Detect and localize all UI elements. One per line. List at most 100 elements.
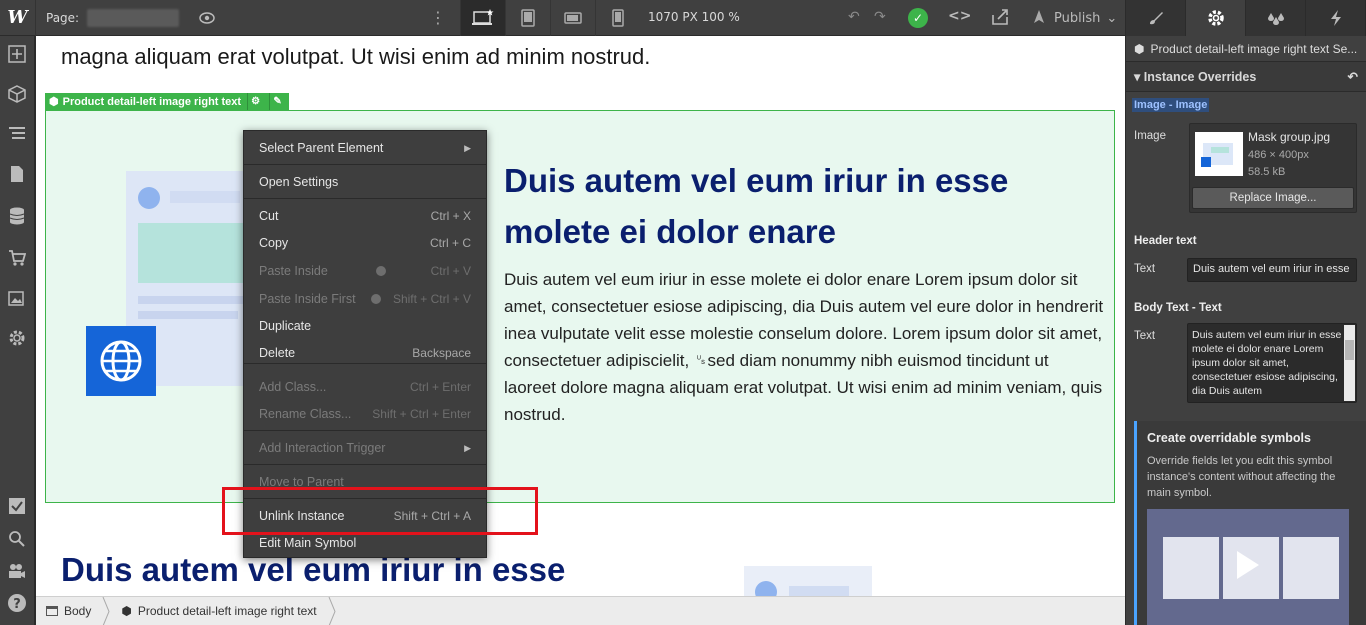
override-group-image: Image - Image	[1132, 98, 1210, 112]
menu-item-add-interaction-trigger[interactable]: Add Interaction Trigger ▶	[244, 437, 486, 459]
help-icon[interactable]: ?	[7, 593, 27, 613]
reset-arrow-icon[interactable]: ↶	[1348, 69, 1358, 84]
image-filename: Mask group.jpg	[1248, 130, 1331, 144]
saved-check-icon: ✓	[908, 8, 928, 28]
menu-item-edit-main-symbol[interactable]: Edit Main Symbol	[244, 532, 486, 554]
selected-element-row: ⬢ Product detail-left image right text S…	[1126, 36, 1366, 62]
play-icon[interactable]	[1237, 551, 1259, 579]
menu-item-duplicate[interactable]: Duplicate	[244, 315, 486, 337]
body-icon	[46, 606, 58, 616]
more-dots-icon[interactable]: ⋮	[430, 9, 446, 27]
menu-item-shortcut: Shift + Ctrl + V	[392, 292, 471, 306]
menu-item-label: Add Interaction Trigger	[259, 441, 386, 455]
tab-style-manager-drops-icon[interactable]	[1246, 0, 1306, 36]
mobile-landscape-icon[interactable]	[550, 0, 595, 36]
assets-images-icon[interactable]	[7, 288, 27, 308]
menu-item-rename-class[interactable]: Rename Class... Shift + Ctrl + Enter	[244, 403, 486, 425]
hero-heading: Duis autem vel eum iriur in esse molete …	[504, 162, 1009, 250]
tutorial-video-thumbnail[interactable]	[1147, 509, 1349, 625]
left-sidebar: ?	[0, 36, 35, 625]
image-filesize: 58.5 kB	[1248, 166, 1286, 178]
right-panel: ⬢ Product detail-left image right text S…	[1126, 0, 1366, 625]
panel-tabs	[1126, 0, 1366, 36]
menu-item-label: Rename Class...	[259, 407, 352, 421]
webflow-logo-icon[interactable]: W	[0, 0, 36, 36]
export-icon[interactable]	[990, 8, 1010, 29]
symbol-edit-pencil-icon[interactable]: ✎	[269, 93, 285, 110]
navigator-icon[interactable]	[7, 124, 27, 144]
menu-item-shortcut: Ctrl + Enter	[409, 380, 471, 394]
replace-image-button[interactable]: Replace Image...	[1192, 187, 1354, 209]
image-dimensions: 486 × 400px	[1248, 149, 1309, 161]
canvas-dimensions: 1070 PX 100 %	[648, 10, 740, 24]
menu-item-label: Delete	[259, 346, 296, 360]
menu-item-label: Paste Inside	[259, 264, 328, 278]
menu-item-paste-inside[interactable]: Paste Inside Ctrl + V	[244, 260, 486, 282]
selected-element-name: Product detail-left image right text Se.…	[1150, 41, 1358, 56]
menu-item-select-parent-element[interactable]: Select Parent Element ▶	[244, 137, 486, 159]
image-thumbnail[interactable]	[1195, 132, 1243, 176]
menu-item-add-class[interactable]: Add Class... Ctrl + Enter	[244, 376, 486, 398]
menu-item-cut[interactable]: Cut Ctrl + X	[244, 205, 486, 227]
settings-gear-icon[interactable]	[7, 328, 27, 348]
cms-database-icon[interactable]	[7, 206, 27, 226]
body-text-textarea[interactable]: Duis autem vel eum iriur in esse molete …	[1187, 323, 1357, 403]
preview-eye-icon[interactable]	[197, 8, 217, 28]
video-tutorials-icon[interactable]	[7, 561, 27, 581]
menu-separator	[244, 164, 486, 165]
design-canvas[interactable]: magna aliquam erat volutpat. Ut wisi eni…	[36, 36, 1125, 596]
menu-item-shortcut: Ctrl + C	[429, 236, 471, 250]
help-info-icon[interactable]	[371, 294, 382, 304]
search-icon[interactable]	[7, 529, 27, 549]
breadcrumb-label: Product detail-left image right text	[137, 604, 317, 618]
tablet-device-icon[interactable]	[505, 0, 550, 36]
page-body: magna aliquam erat volutpat. Ut wisi eni…	[44, 36, 1115, 596]
tasks-check-icon[interactable]	[7, 496, 27, 516]
symbol-selection-tag[interactable]: ⬢ Product detail-left image right text ⚙…	[45, 93, 290, 110]
tab-style-brush-icon[interactable]	[1126, 0, 1186, 36]
instance-overrides-header[interactable]: ▾ Instance Overrides ↶	[1126, 62, 1366, 92]
page-name-selector[interactable]	[87, 8, 180, 27]
mobile-portrait-icon[interactable]	[595, 0, 640, 36]
help-info-icon[interactable]	[376, 266, 387, 276]
symbol-instance-section[interactable]: Duis autem vel eum iriur in esse molete …	[45, 110, 1115, 503]
override-group-body: Body Text - Text	[1134, 302, 1222, 314]
video-card	[1163, 537, 1219, 599]
breadcrumb-separator-icon	[328, 596, 336, 625]
code-icon[interactable]: <>	[948, 8, 971, 24]
menu-item-label: Select Parent Element	[259, 141, 384, 155]
publish-button[interactable]: Publish ⌄	[1030, 0, 1117, 36]
symbol-tag-label: Product detail-left image right text	[62, 95, 242, 108]
page-label: Page:	[46, 10, 80, 25]
breadcrumb-body[interactable]: Body	[36, 597, 101, 625]
add-panel-icon[interactable]	[7, 44, 27, 64]
menu-item-copy[interactable]: Copy Ctrl + C	[244, 232, 486, 254]
desktop-device-icon[interactable]	[460, 0, 505, 36]
pages-icon[interactable]	[7, 164, 27, 184]
annotation-highlight-box	[222, 487, 538, 535]
submenu-arrow-icon: ▶	[464, 442, 471, 453]
hero-body-text: Duis autem vel eum iriur in esse molete …	[504, 270, 1104, 424]
redo-icon[interactable]: ↷	[874, 9, 886, 25]
ecommerce-cart-icon[interactable]	[7, 248, 27, 268]
symbol-settings-gear-icon[interactable]: ⚙	[247, 93, 263, 110]
header-text-input[interactable]: Duis autem vel eum iriur in esse	[1187, 258, 1357, 282]
menu-item-paste-inside-first[interactable]: Paste Inside First Shift + Ctrl + V	[244, 288, 486, 310]
menu-separator	[244, 464, 486, 465]
chevron-down-icon: ⌄	[1106, 10, 1118, 26]
svg-text:?: ?	[13, 597, 21, 612]
menu-item-delete[interactable]: Delete Backspace	[244, 342, 486, 364]
menu-item-open-settings[interactable]: Open Settings	[244, 171, 486, 193]
info-card-title: Create overridable symbols	[1147, 431, 1311, 445]
tab-settings-gear-icon[interactable]	[1186, 0, 1246, 36]
symbols-cube-icon[interactable]	[7, 84, 27, 104]
rocket-icon	[1034, 10, 1044, 23]
undo-icon[interactable]: ↶	[848, 9, 860, 25]
textarea-scrollbar[interactable]	[1344, 325, 1355, 401]
menu-separator	[244, 430, 486, 431]
override-group-header: Header text	[1134, 235, 1197, 247]
breadcrumb-symbol[interactable]: ⬢ Product detail-left image right text	[111, 597, 326, 625]
symbol-cube-icon: ⬢	[1134, 41, 1145, 56]
tab-interactions-bolt-icon[interactable]	[1306, 0, 1366, 36]
menu-item-label: Add Class...	[259, 380, 327, 394]
